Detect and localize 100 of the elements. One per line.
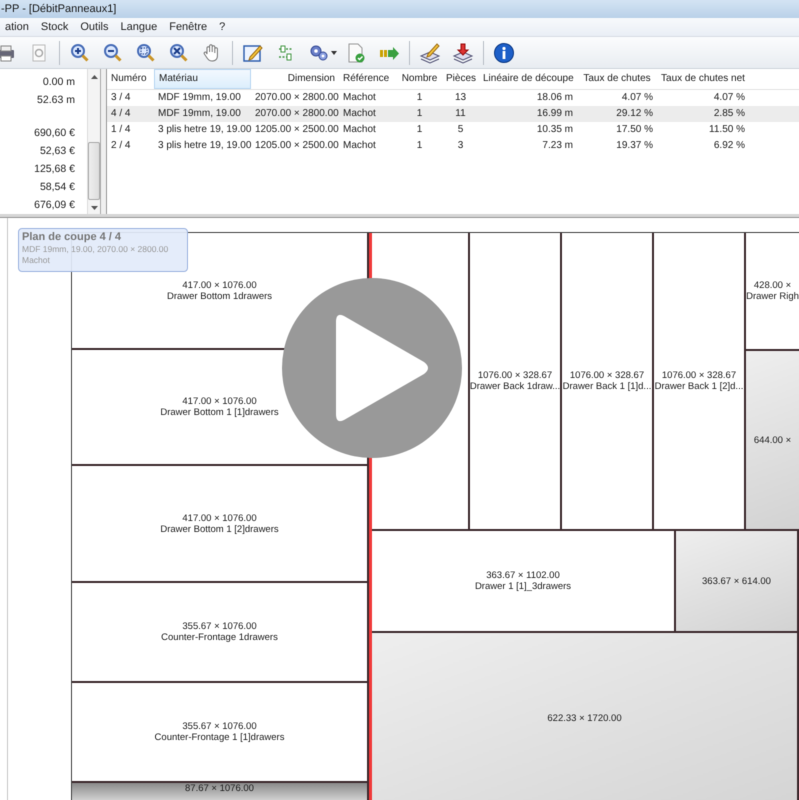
pencil-stack-button[interactable] bbox=[418, 40, 442, 64]
zoom-fit-icon bbox=[168, 42, 190, 64]
caret-icon[interactable] bbox=[331, 50, 337, 54]
column-header[interactable]: Numéro bbox=[107, 69, 154, 89]
piece-label: Drawer Righ bbox=[746, 291, 799, 302]
stack-download-button[interactable] bbox=[451, 40, 475, 64]
table-cell-text: 7.23 m bbox=[541, 139, 574, 153]
sheet-supplier: Machot bbox=[22, 255, 51, 266]
menu-item[interactable]: Langue bbox=[116, 18, 164, 36]
menu-item[interactable]: Outils bbox=[75, 18, 116, 36]
stack-download-icon bbox=[452, 42, 474, 64]
table-cell-text: 17.50 % bbox=[615, 123, 654, 137]
table-cell-text: Machot bbox=[342, 139, 377, 153]
summary-value: 52.63 m bbox=[37, 93, 75, 108]
table-row[interactable]: 1 / 4 3 plis hetre 19, 19.00 1205.00 × 2500.00 Machot 1 5 10.35 m 17.50 % 11.50 % bbox=[107, 122, 799, 138]
table-cell-text: 11 bbox=[454, 107, 467, 121]
table-cell-text: 1205.00 × 2500.00 bbox=[254, 139, 339, 153]
table-cell-text: 2070.00 × 2800.00 bbox=[254, 107, 339, 121]
piece-label: Drawer Bottom 1 [1]drawers bbox=[160, 407, 279, 418]
table-cell-text: 3 plis hetre 19, 19.00 bbox=[157, 139, 251, 153]
table-cell-text: 2070.00 × 2800.00 bbox=[254, 91, 339, 105]
piece-dimensions: 417.00 × 1076.00 bbox=[182, 396, 257, 407]
piece-dimensions: 87.67 × 1076.00 bbox=[185, 783, 254, 794]
menu-item[interactable]: ation bbox=[0, 18, 36, 36]
table-cell-text: 4.07 % bbox=[712, 91, 746, 105]
table-cell-text: 1 bbox=[416, 139, 424, 153]
table-cell-text: 1 bbox=[416, 107, 424, 121]
table-cell-text: Machot bbox=[342, 123, 377, 137]
info-button[interactable] bbox=[492, 40, 516, 64]
table-cell-text: 11.50 % bbox=[708, 123, 746, 137]
scroll-up-icon[interactable] bbox=[90, 75, 98, 79]
table-cell-text: 13 bbox=[454, 91, 468, 105]
table-cell-text: 4.07 % bbox=[620, 91, 654, 105]
table-cell-text: 1 bbox=[416, 91, 424, 105]
piece-dimensions: 363.67 × 1102.00 bbox=[486, 570, 560, 581]
piece-dimensions: 355.67 × 1076.00 bbox=[182, 621, 257, 632]
piece-dimensions: 417.00 × 1076.00 bbox=[182, 280, 257, 290]
piece-label: Drawer Back 1draw... bbox=[470, 381, 560, 392]
summary-value: 125,68 € bbox=[34, 162, 75, 177]
column-header[interactable]: Matériau bbox=[154, 69, 251, 89]
piece-dimensions: 355.67 × 1076.00 bbox=[182, 721, 257, 732]
table-cell-text: 18.06 m bbox=[536, 91, 574, 105]
table-cell-text: 19.37 % bbox=[615, 139, 654, 153]
table-row[interactable]: 3 / 4 MDF 19mm, 19.00 2070.00 × 2800.00 Machot 1 13 18.06 m 4.07 % 4.07 % bbox=[107, 90, 799, 106]
column-header[interactable]: Linéaire de découpe bbox=[479, 69, 577, 89]
piece-label: Drawer Back 1 [2]d... bbox=[654, 381, 744, 392]
table-cell-text: 4 / 4 bbox=[110, 107, 132, 121]
summary-value: 690,60 € bbox=[34, 126, 75, 141]
piece-dimensions: 622.33 × 1720.00 bbox=[547, 713, 622, 724]
column-header[interactable]: Nombre bbox=[397, 69, 442, 89]
piece-label: Drawer Back 1 [1]d... bbox=[562, 381, 652, 392]
zoom-out-icon bbox=[102, 42, 124, 64]
table-cell-text: 3 bbox=[456, 139, 464, 153]
sheet-title: Plan de coupe 4 / 4 bbox=[22, 231, 122, 244]
summary-value: 58,54 € bbox=[40, 180, 75, 195]
info-icon bbox=[493, 42, 515, 64]
piece-label: Drawer Bottom 1drawers bbox=[166, 290, 272, 302]
piece-label: Drawer 1 [1]_3drawers bbox=[474, 581, 572, 592]
column-header[interactable]: Pièces bbox=[442, 69, 479, 89]
piece-dimensions: 1076.00 × 328.67 bbox=[570, 370, 644, 381]
table-cell-text: 10.35 m bbox=[536, 123, 574, 137]
menu-item[interactable]: Fenêtre bbox=[164, 18, 214, 36]
column-header[interactable]: Référence bbox=[339, 69, 397, 89]
scrollbar-thumb[interactable] bbox=[88, 142, 100, 200]
table-cell-text: 1 bbox=[416, 123, 424, 137]
menu-item[interactable]: ? bbox=[214, 18, 232, 36]
table-cell-text: MDF 19mm, 19.00 bbox=[157, 107, 242, 121]
table-cell-text: 29.12 % bbox=[615, 107, 654, 121]
sheet-material: MDF 19mm, 19.00, 2070.00 × 2800.00 bbox=[22, 244, 170, 255]
column-header[interactable]: Taux de chutes bbox=[577, 69, 657, 89]
table-cell-text: 3 / 4 bbox=[110, 91, 132, 105]
zoom-window-icon bbox=[135, 42, 157, 64]
summary-value: 52,63 € bbox=[40, 144, 75, 159]
summary-value: 676,09 € bbox=[34, 198, 75, 213]
table-cell-text: 1205.00 × 2500.00 bbox=[254, 123, 339, 137]
table-cell-text: Machot bbox=[342, 91, 377, 105]
column-header[interactable]: Dimension bbox=[251, 69, 339, 89]
table-cell-text: 1 / 4 bbox=[110, 123, 132, 137]
table-cell-text: Machot bbox=[342, 107, 377, 121]
piece-label: Counter-Frontage 1 [1]drawers bbox=[154, 732, 284, 743]
window-title: -PP - [DébitPanneaux1] bbox=[0, 2, 118, 17]
piece-dimensions: 1076.00 × 328.67 bbox=[478, 370, 552, 381]
table-cell-text: 3 plis hetre 19, 19.00 bbox=[157, 123, 251, 137]
table-cell-text: 16.99 m bbox=[536, 107, 574, 121]
summary-value: 0.00 m bbox=[42, 75, 75, 90]
piece-dimensions: 417.00 × 1076.00 bbox=[182, 512, 257, 524]
table-row[interactable]: 2 / 4 3 plis hetre 19, 19.00 1205.00 × 2500.00 Machot 1 3 7.23 m 19.37 % 6.92 % bbox=[107, 138, 799, 154]
piece-label: Counter-Frontage 1drawers bbox=[161, 632, 278, 643]
zoom-in-icon bbox=[69, 42, 91, 64]
table-cell-text: 5 bbox=[456, 123, 464, 137]
table-cell-text: MDF 19mm, 19.00 bbox=[157, 91, 242, 105]
table-cell-text: 6.92 % bbox=[712, 139, 746, 153]
piece-dimensions: 644.00 × bbox=[754, 434, 792, 446]
table-row[interactable]: 4 / 4 MDF 19mm, 19.00 2070.00 × 2800.00 Machot 1 11 16.99 m 29.12 % 2.85 % bbox=[107, 106, 799, 122]
menu-item[interactable]: Stock bbox=[36, 18, 76, 36]
table-cell-text: 2 / 4 bbox=[110, 139, 132, 153]
scroll-down-icon[interactable] bbox=[90, 206, 98, 210]
table-cell-text: 2.85 % bbox=[712, 107, 746, 121]
scrollbar[interactable] bbox=[87, 69, 100, 214]
column-header[interactable]: Taux de chutes net bbox=[657, 69, 749, 89]
